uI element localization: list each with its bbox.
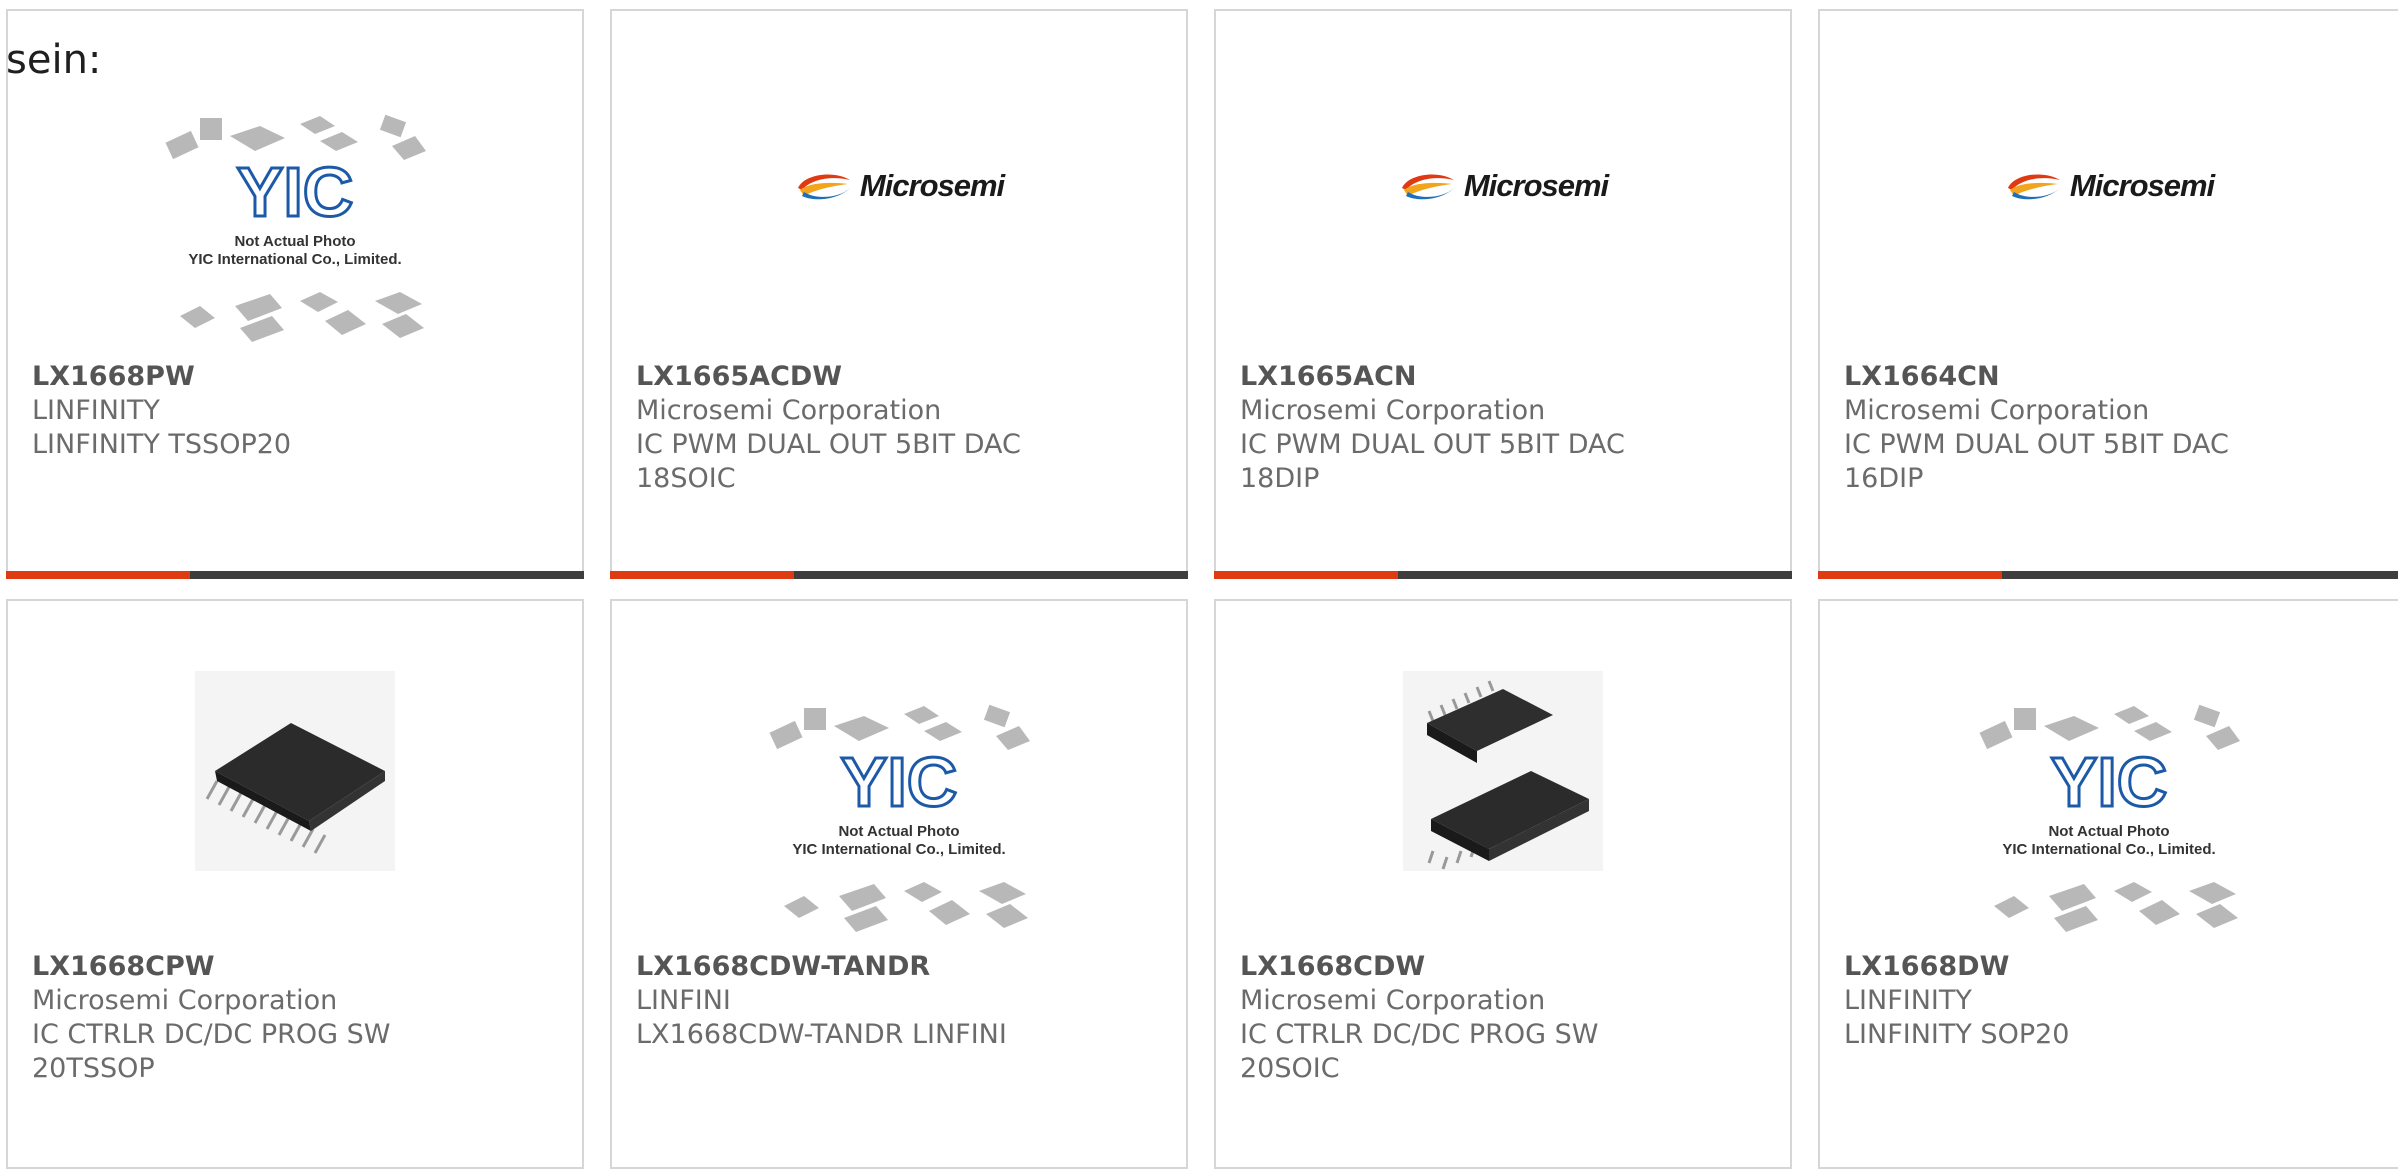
- product-card[interactable]: Microsemi LX1665ACN Microsemi Corporatio…: [1214, 9, 1792, 579]
- product-card[interactable]: Microsemi LX1665ACDW Microsemi Corporati…: [610, 9, 1188, 579]
- product-manufacturer: Microsemi Corporation: [1240, 985, 1546, 1016]
- svg-text:YIC International Co., Limited: YIC International Co., Limited.: [188, 251, 401, 268]
- product-part-number[interactable]: LX1665ACN: [1240, 360, 1770, 394]
- product-card[interactable]: Microsemi LX1664CN Microsemi Corporation…: [1818, 9, 2398, 579]
- product-manufacturer: Microsemi Corporation: [1240, 395, 1546, 426]
- product-manufacturer: LINFINITY: [32, 395, 160, 426]
- microsemi-swirl-icon: [1401, 174, 1454, 200]
- product-card[interactable]: YIC Not Actual Photo YIC International C…: [610, 599, 1188, 1169]
- product-manufacturer: Microsemi Corporation: [32, 985, 338, 1016]
- svg-text:Not Actual Photo: Not Actual Photo: [234, 233, 355, 250]
- microsemi-logo: Microsemi: [2069, 168, 2215, 203]
- svg-text:Not Actual Photo: Not Actual Photo: [2048, 823, 2169, 840]
- product-manufacturer: LINFINI: [636, 985, 731, 1016]
- card-accent-bar: [610, 571, 1188, 579]
- product-image-not-actual-photo[interactable]: YIC Not Actual Photo YIC International C…: [1974, 686, 2244, 936]
- product-description: LINFINITY TSSOP20: [32, 429, 292, 460]
- product-image-tssop-chip[interactable]: [195, 671, 395, 871]
- product-card[interactable]: YIC Not Actual Photo YIC International C…: [1818, 599, 2398, 1169]
- product-part-number[interactable]: LX1668PW: [32, 360, 562, 394]
- product-part-number[interactable]: LX1664CN: [1844, 360, 2386, 394]
- product-card[interactable]: LX1668CPW Microsemi Corporation IC CTRLR…: [6, 599, 584, 1169]
- product-description: IC PWM DUAL OUT 5BIT DAC 18SOIC: [636, 429, 1021, 494]
- yic-mark: YIC: [2051, 743, 2168, 821]
- product-image-microsemi-logo[interactable]: Microsemi: [1974, 61, 2244, 311]
- svg-text:YIC International Co., Limited: YIC International Co., Limited.: [2002, 841, 2215, 858]
- product-description: IC PWM DUAL OUT 5BIT DAC 16DIP: [1844, 429, 2229, 494]
- card-accent-bar: [1214, 571, 1792, 579]
- product-manufacturer: Microsemi Corporation: [1844, 395, 2150, 426]
- product-info: LX1668CPW Microsemi Corporation IC CTRLR…: [32, 950, 562, 1086]
- product-info: LX1665ACDW Microsemi Corporation IC PWM …: [636, 360, 1166, 496]
- product-description: IC CTRLR DC/DC PROG SW 20TSSOP: [32, 1019, 391, 1084]
- product-image-not-actual-photo[interactable]: YIC Not Actual Photo YIC International C…: [764, 686, 1034, 936]
- product-info: LX1668CDW-TANDR LINFINI LX1668CDW-TANDR …: [636, 950, 1166, 1052]
- product-info: LX1668CDW Microsemi Corporation IC CTRLR…: [1240, 950, 1770, 1086]
- microsemi-swirl-icon: [2007, 174, 2060, 200]
- card-accent-bar: [1818, 571, 2398, 579]
- product-image-microsemi-logo[interactable]: Microsemi: [764, 61, 1034, 311]
- microsemi-swirl-icon: [797, 174, 850, 200]
- microsemi-logo: Microsemi: [1463, 168, 1609, 203]
- microsemi-logo: Microsemi: [859, 168, 1005, 203]
- product-manufacturer: LINFINITY: [1844, 985, 1972, 1016]
- card-accent-bar: [6, 571, 584, 579]
- product-image-soic-chips[interactable]: [1403, 671, 1603, 871]
- product-info: LX1668PW LINFINITY LINFINITY TSSOP20: [32, 360, 562, 462]
- product-part-number[interactable]: LX1668DW: [1844, 950, 2386, 984]
- product-card[interactable]: YIC Not Actual Photo YIC International C…: [6, 9, 584, 579]
- yic-mark: YIC: [237, 153, 354, 231]
- product-image-not-actual-photo[interactable]: YIC Not Actual Photo YIC International C…: [160, 96, 430, 346]
- product-info: LX1668DW LINFINITY LINFINITY SOP20: [1844, 950, 2386, 1052]
- product-description: IC PWM DUAL OUT 5BIT DAC 18DIP: [1240, 429, 1625, 494]
- product-image-microsemi-logo[interactable]: Microsemi: [1368, 61, 1638, 311]
- product-part-number[interactable]: LX1668CDW-TANDR: [636, 950, 1166, 984]
- product-part-number[interactable]: LX1665ACDW: [636, 360, 1166, 394]
- product-info: LX1664CN Microsemi Corporation IC PWM DU…: [1844, 360, 2386, 496]
- intro-text: sein:: [6, 37, 102, 83]
- product-info: LX1665ACN Microsemi Corporation IC PWM D…: [1240, 360, 1770, 496]
- product-description: LX1668CDW-TANDR LINFINI: [636, 1019, 1007, 1050]
- product-part-number[interactable]: LX1668CDW: [1240, 950, 1770, 984]
- product-part-number[interactable]: LX1668CPW: [32, 950, 562, 984]
- product-description: LINFINITY SOP20: [1844, 1019, 2070, 1050]
- product-manufacturer: Microsemi Corporation: [636, 395, 942, 426]
- svg-text:Not Actual Photo: Not Actual Photo: [838, 823, 959, 840]
- product-description: IC CTRLR DC/DC PROG SW 20SOIC: [1240, 1019, 1599, 1084]
- svg-text:YIC International Co., Limited: YIC International Co., Limited.: [792, 841, 1005, 858]
- product-card[interactable]: LX1668CDW Microsemi Corporation IC CTRLR…: [1214, 599, 1792, 1169]
- yic-mark: YIC: [841, 743, 958, 821]
